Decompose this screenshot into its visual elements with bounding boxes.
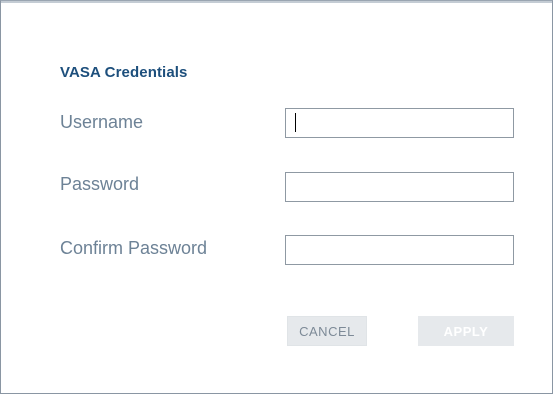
apply-button[interactable]: APPLY bbox=[418, 316, 514, 346]
vasa-credentials-dialog: VASA Credentials Username Password Confi… bbox=[0, 0, 553, 394]
section-title: VASA Credentials bbox=[60, 64, 188, 81]
cancel-button[interactable]: CANCEL bbox=[287, 316, 367, 346]
password-input[interactable] bbox=[285, 172, 514, 202]
username-label: Username bbox=[60, 112, 144, 132]
confirm-password-input[interactable] bbox=[285, 235, 514, 265]
username-input[interactable] bbox=[285, 108, 514, 138]
confirm-password-label: Confirm Password bbox=[60, 238, 208, 258]
password-label: Password bbox=[60, 174, 140, 194]
text-caret bbox=[295, 113, 296, 132]
